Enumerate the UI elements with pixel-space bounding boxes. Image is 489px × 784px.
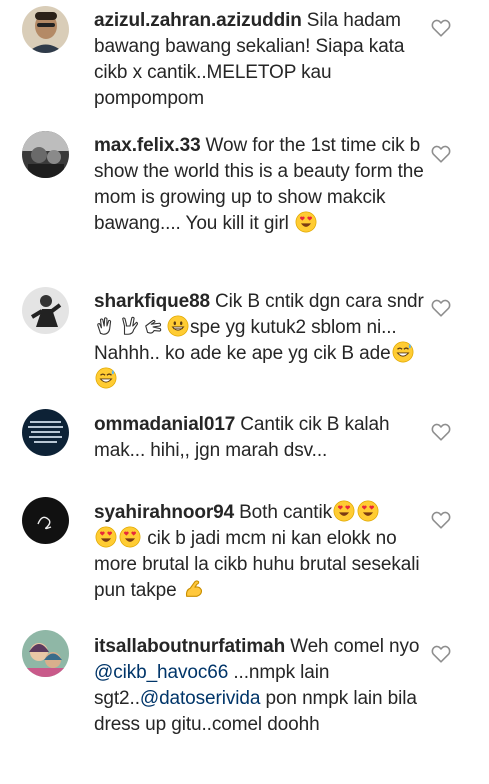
comment-username[interactable]: ommadanial017 [94, 414, 235, 435]
comment-body: Cik B cntik dgn cara sndr [215, 291, 424, 312]
heart-outline-icon[interactable] [430, 421, 452, 443]
comment-text: syahirahnoor94 Both cantik cik b jadi mcm… [94, 500, 424, 604]
grinning-sweat-emoji [392, 341, 414, 363]
comment-body: Weh comel nyo [290, 636, 420, 657]
clapping-hands-emoji [95, 315, 117, 337]
heart-eyes-emoji [333, 500, 355, 522]
heart-eyes-emoji [357, 500, 379, 522]
comments-list: azizul.zahran.azizuddin Sila hadam bawang… [0, 0, 489, 784]
comment-username[interactable]: azizul.zahran.azizuddin [94, 10, 302, 31]
grinning-face-emoji [167, 315, 189, 337]
comment-username[interactable]: sharkfique88 [94, 291, 210, 312]
comment-username[interactable]: syahirahnoor94 [94, 502, 234, 523]
heart-eyes-emoji [95, 526, 117, 548]
mention-link[interactable]: @datoserivida [140, 688, 261, 709]
pinching-hand-emoji [143, 315, 165, 337]
comment-text: max.felix.33 Wow for the 1st time cik b s… [94, 133, 424, 237]
avatar[interactable] [22, 409, 69, 456]
comment-text: sharkfique88 Cik B cntik dgn cara sndr sp… [94, 289, 424, 393]
flexed-biceps-emoji [183, 578, 205, 600]
heart-outline-icon[interactable] [430, 17, 452, 39]
heart-eyes-emoji [119, 526, 141, 548]
comment-text: azizul.zahran.azizuddin Sila hadam bawang… [94, 8, 424, 112]
comment-username[interactable]: max.felix.33 [94, 135, 201, 156]
avatar[interactable] [22, 131, 69, 178]
avatar[interactable] [22, 287, 69, 334]
heart-outline-icon[interactable] [430, 297, 452, 319]
comment-text: ommadanial017 Cantik cik B kalah mak... h… [94, 412, 424, 464]
avatar[interactable] [22, 630, 69, 677]
avatar[interactable] [22, 497, 69, 544]
comment-username[interactable]: itsallaboutnurfatimah [94, 636, 285, 657]
grinning-sweat-emoji [95, 367, 117, 389]
heart-outline-icon[interactable] [430, 143, 452, 165]
avatar[interactable] [22, 6, 69, 53]
love-you-gesture-emoji [119, 315, 141, 337]
heart-eyes-emoji [295, 211, 317, 233]
comment-text: itsallaboutnurfatimah Weh comel nyo @cikb… [94, 634, 424, 738]
heart-outline-icon[interactable] [430, 643, 452, 665]
heart-outline-icon[interactable] [430, 509, 452, 531]
comment-body: Both cantik [239, 502, 333, 523]
comment-body: cik b jadi mcm ni kan elokk no more brut… [94, 528, 420, 601]
mention-link[interactable]: @cikb_havoc66 [94, 662, 228, 683]
